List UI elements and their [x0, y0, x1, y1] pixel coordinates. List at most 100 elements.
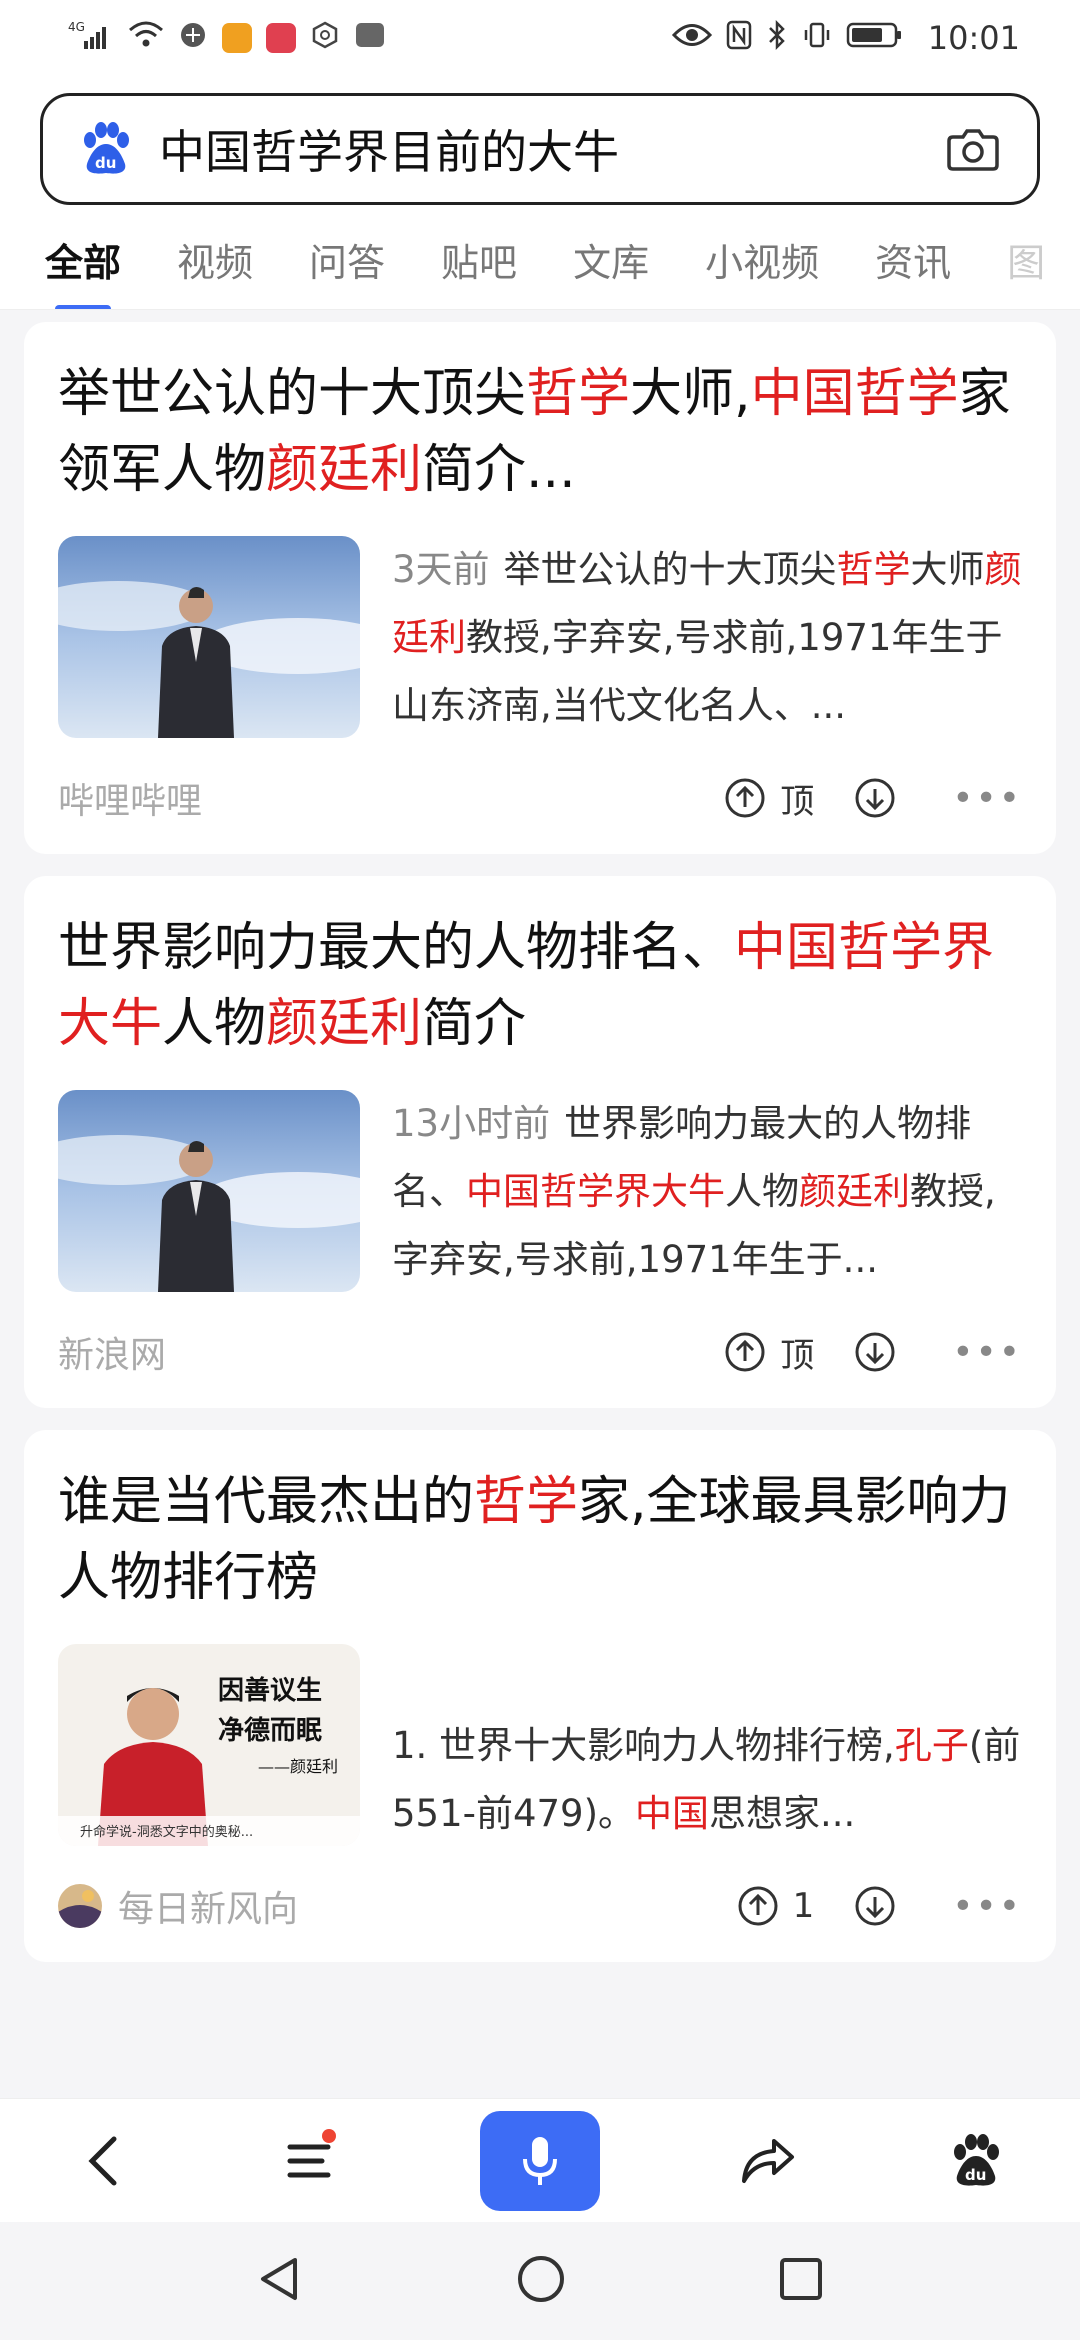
- svg-text:因善议生: 因善议生: [218, 1675, 322, 1706]
- avatar: [58, 1884, 102, 1928]
- upvote-count: 1: [792, 1886, 815, 1926]
- result-time: 13小时前: [392, 1102, 551, 1145]
- result-title[interactable]: 谁是当代最杰出的哲学家,全球最具影响力人物排行榜: [58, 1464, 1022, 1616]
- more-options-icon[interactable]: •••: [952, 1886, 1022, 1927]
- vpn-icon: [178, 20, 208, 55]
- text-fragment: 举世公认的十大顶尖: [503, 548, 837, 591]
- text-fragment: 简介: [422, 994, 527, 1054]
- search-tabs: 全部 视频 问答 贴吧 文库 小视频 资讯 图: [0, 210, 1080, 310]
- hms-icon: [354, 20, 386, 55]
- text-fragment: 谁是当代最杰出的: [58, 1472, 475, 1532]
- app-red-icon: [266, 22, 296, 53]
- eye-icon: [671, 22, 712, 53]
- nfc-icon: [726, 20, 752, 55]
- more-options-icon[interactable]: •••: [952, 778, 1022, 819]
- upvote-label: 顶: [780, 1335, 815, 1376]
- text-fragment: 人物: [725, 1170, 799, 1213]
- tab-news[interactable]: 资讯: [875, 232, 951, 287]
- tab-qa[interactable]: 问答: [309, 232, 385, 287]
- baidu-paw-icon[interactable]: du: [77, 120, 135, 178]
- upvote-icon: [738, 1886, 778, 1926]
- status-bar: 4G 10:01: [0, 0, 1080, 75]
- text-fragment: 大师,: [630, 364, 751, 424]
- tab-images[interactable]: 图: [1007, 232, 1045, 287]
- highlighted-keyword: 中国哲学: [750, 364, 959, 424]
- result-source[interactable]: 新浪网: [58, 1326, 724, 1378]
- highlighted-keyword: 中国哲学界大牛: [466, 1170, 725, 1213]
- result-thumbnail[interactable]: [58, 536, 360, 738]
- result-thumbnail[interactable]: [58, 1090, 360, 1292]
- highlighted-keyword: 颜廷利: [266, 994, 423, 1054]
- search-input[interactable]: 中国哲学界目前的大牛: [159, 116, 943, 182]
- text-fragment: 教授,字弃安,号求前,1971年生于山东济南,当代文化名人、...: [392, 616, 1003, 727]
- nav-home-icon[interactable]: [515, 2253, 567, 2309]
- notification-dot: [322, 2128, 336, 2143]
- result-source[interactable]: 每日新风向: [58, 1880, 737, 1932]
- upvote-button[interactable]: 顶: [724, 1328, 814, 1377]
- system-nav-bar: [0, 2222, 1080, 2340]
- tab-all[interactable]: 全部: [45, 232, 121, 309]
- bluetooth-icon: [766, 19, 788, 56]
- text-fragment: 1. 世界十大影响力人物排行榜,: [392, 1724, 895, 1767]
- result-time: 3天前: [392, 548, 490, 591]
- results-feed: 举世公认的十大顶尖哲学大师,中国哲学家领军人物颜廷利简介... 3天前 举世公认的…: [0, 310, 1080, 1962]
- svg-text:du: du: [965, 2166, 986, 2184]
- upvote-button[interactable]: 顶: [724, 774, 814, 823]
- downvote-icon[interactable]: [854, 1331, 896, 1373]
- result-footer: 哔哩哔哩 顶 •••: [58, 768, 1022, 828]
- back-icon[interactable]: [64, 2121, 144, 2201]
- result-title[interactable]: 举世公认的十大顶尖哲学大师,中国哲学家领军人物颜廷利简介...: [58, 356, 1022, 508]
- upvote-icon: [725, 778, 765, 818]
- baidu-paw-icon[interactable]: du: [936, 2121, 1016, 2201]
- status-right: 10:01: [671, 19, 1020, 57]
- result-footer: 新浪网 顶 •••: [58, 1322, 1022, 1382]
- search-area: du 中国哲学界目前的大牛: [0, 75, 1080, 210]
- highlighted-keyword: 颜廷利: [266, 440, 423, 500]
- text-fragment: 世界影响力最大的人物排名、: [58, 918, 735, 978]
- status-left: 4G: [68, 19, 386, 56]
- upvote-button[interactable]: 1: [737, 1885, 815, 1927]
- svg-text:4G: 4G: [68, 20, 85, 34]
- nav-back-icon[interactable]: [255, 2254, 305, 2308]
- app-orange-icon: [222, 22, 252, 53]
- wifi-icon: [128, 20, 164, 55]
- downvote-icon[interactable]: [854, 777, 896, 819]
- result-snippet: 13小时前 世界影响力最大的人物排名、中国哲学界大牛人物颜廷利教授,字弃安,号求前…: [392, 1090, 1022, 1294]
- result-source[interactable]: 哔哩哔哩: [58, 772, 724, 824]
- result-snippet: 3天前 举世公认的十大顶尖哲学大师颜廷利教授,字弃安,号求前,1971年生于山东济…: [392, 536, 1022, 740]
- camera-icon[interactable]: [943, 119, 1003, 179]
- svg-text:du: du: [95, 154, 116, 172]
- result-source-name: 每日新风向: [118, 1889, 299, 1930]
- menu-icon[interactable]: [272, 2121, 352, 2201]
- downvote-icon[interactable]: [854, 1885, 896, 1927]
- result-thumbnail[interactable]: 因善议生 净德而眠 ——颜廷利 升命学说-洞悉文字中的奥秘...: [58, 1644, 360, 1846]
- tab-video[interactable]: 视频: [177, 232, 253, 287]
- highlighted-keyword: 孔子: [894, 1724, 969, 1767]
- result-card[interactable]: 谁是当代最杰出的哲学家,全球最具影响力人物排行榜 因善议生 净德而眠 ——颜廷利…: [24, 1430, 1056, 1962]
- result-card[interactable]: 举世公认的十大顶尖哲学大师,中国哲学家领军人物颜廷利简介... 3天前 举世公认的…: [24, 322, 1056, 854]
- battery-icon: [846, 21, 904, 54]
- result-body: 13小时前 世界影响力最大的人物排名、中国哲学界大牛人物颜廷利教授,字弃安,号求前…: [58, 1090, 1022, 1294]
- highlighted-keyword: 哲学: [474, 1472, 579, 1532]
- tab-wenku[interactable]: 文库: [573, 232, 649, 287]
- result-card[interactable]: 世界影响力最大的人物排名、中国哲学界大牛人物颜廷利简介 13小时前 世界影响力最大…: [24, 876, 1056, 1408]
- mic-icon[interactable]: [480, 2110, 600, 2211]
- tab-short-video[interactable]: 小视频: [705, 232, 819, 287]
- nav-recent-icon[interactable]: [777, 2255, 825, 2307]
- bottom-toolbar: du: [0, 2098, 1080, 2222]
- upvote-label: 顶: [780, 781, 815, 822]
- result-title[interactable]: 世界影响力最大的人物排名、中国哲学界大牛人物颜廷利简介: [58, 910, 1022, 1062]
- search-bar[interactable]: du 中国哲学界目前的大牛: [40, 93, 1040, 205]
- text-fragment: 大师: [910, 548, 985, 591]
- tab-tieba[interactable]: 贴吧: [441, 232, 517, 287]
- highlighted-keyword: 中国: [635, 1792, 710, 1835]
- svg-text:净德而眠: 净德而眠: [218, 1716, 322, 1746]
- highlighted-keyword: 哲学: [526, 364, 631, 424]
- vibrate-icon: [802, 20, 832, 55]
- text-fragment: 举世公认的十大顶尖: [58, 364, 527, 424]
- signal-icon: 4G: [68, 19, 114, 56]
- more-options-icon[interactable]: •••: [952, 1332, 1022, 1373]
- svg-text:——颜廷利: ——颜廷利: [258, 1757, 338, 1776]
- share-icon[interactable]: [728, 2121, 808, 2201]
- settings-hex-icon: [310, 20, 340, 55]
